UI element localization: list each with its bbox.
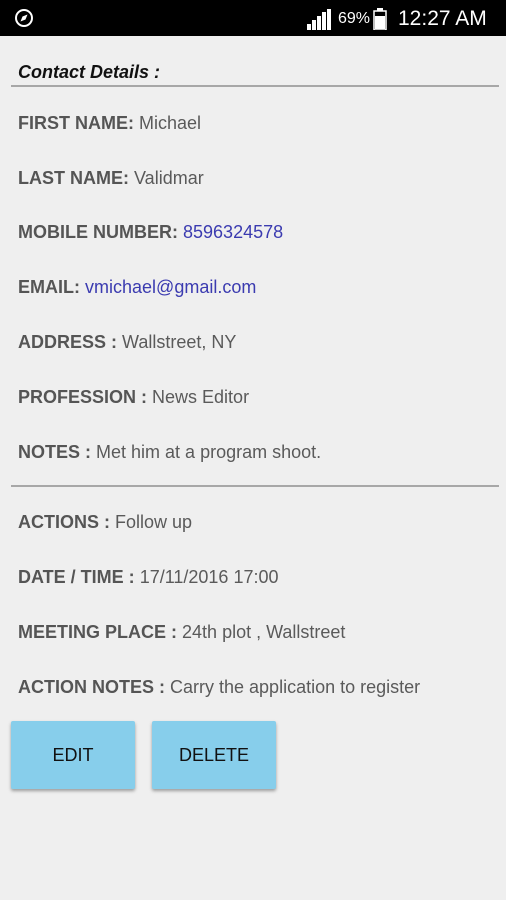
email-link[interactable]: vmichael@gmail.com xyxy=(85,277,256,297)
notes-row: NOTES : Met him at a program shoot. xyxy=(18,441,321,463)
last-name-label: LAST NAME: xyxy=(18,168,129,188)
profession-row: PROFESSION : News Editor xyxy=(18,386,249,408)
profession-label: PROFESSION : xyxy=(18,387,148,407)
first-name-label: FIRST NAME: xyxy=(18,113,134,133)
meeting-place-value: 24th plot , Wallstreet xyxy=(182,622,346,642)
date-time-value: 17/11/2016 17:00 xyxy=(139,567,279,587)
divider xyxy=(11,485,499,487)
meeting-place-label: MEETING PLACE : xyxy=(18,622,178,642)
divider xyxy=(11,85,499,87)
mobile-label: MOBILE NUMBER: xyxy=(18,222,178,242)
date-time-label: DATE / TIME : xyxy=(18,567,135,587)
action-notes-value: Carry the application to register xyxy=(170,677,421,697)
email-label: EMAIL: xyxy=(18,277,80,297)
date-time-row: DATE / TIME : 17/11/2016 17:00 xyxy=(18,566,278,588)
actions-label: ACTIONS : xyxy=(18,512,110,532)
first-name-row: FIRST NAME: Michael xyxy=(18,112,201,134)
delete-button[interactable]: DELETE xyxy=(152,721,276,789)
mobile-row: MOBILE NUMBER: 8596324578 xyxy=(18,221,283,243)
battery-percent: 69% xyxy=(338,10,371,27)
section-title: Contact Details : xyxy=(18,62,161,82)
signal-icon xyxy=(307,9,331,30)
clock: 12:27 AM xyxy=(398,7,487,30)
notes-value: Met him at a program shoot. xyxy=(96,442,322,462)
last-name-value: Validmar xyxy=(134,168,204,188)
address-row: ADDRESS : Wallstreet, NY xyxy=(18,331,236,353)
profession-value: News Editor xyxy=(152,387,250,407)
action-notes-label: ACTION NOTES : xyxy=(18,677,165,697)
address-label: ADDRESS : xyxy=(18,332,118,352)
compass-icon xyxy=(15,9,33,27)
edit-button[interactable]: EDIT xyxy=(11,721,135,789)
status-bar: 69% 12:27 AM xyxy=(0,0,506,36)
address-value: Wallstreet, NY xyxy=(122,332,237,352)
battery-icon xyxy=(373,8,387,30)
action-notes-row: ACTION NOTES : Carry the application to … xyxy=(18,676,420,698)
first-name-value: Michael xyxy=(139,113,202,133)
actions-value: Follow up xyxy=(115,512,193,532)
mobile-link[interactable]: 8596324578 xyxy=(183,222,283,242)
actions-row: ACTIONS : Follow up xyxy=(18,511,192,533)
last-name-row: LAST NAME: Validmar xyxy=(18,167,204,189)
email-row: EMAIL: vmichael@gmail.com xyxy=(18,276,256,298)
meeting-place-row: MEETING PLACE : 24th plot , Wallstreet xyxy=(18,621,345,643)
notes-label: NOTES : xyxy=(18,442,92,462)
